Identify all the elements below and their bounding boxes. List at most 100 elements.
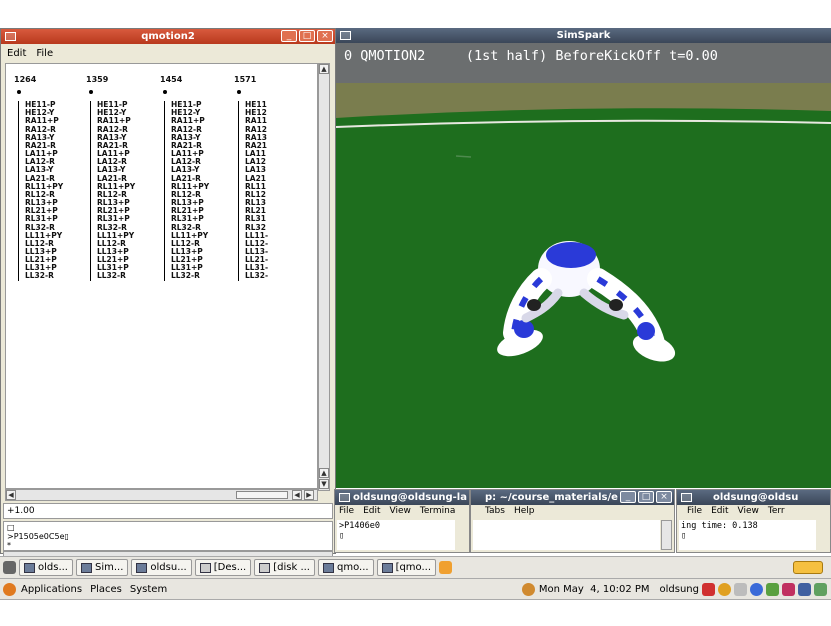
taskbar-label: [qmo... [395, 562, 432, 573]
menu-file[interactable]: File [36, 48, 53, 59]
help-icon[interactable] [750, 582, 763, 596]
maximize-button[interactable]: □ [299, 30, 315, 42]
scroll-left-arrow-icon[interactable]: ◀ [6, 490, 16, 500]
simspark-titlebar[interactable]: SimSpark [336, 28, 831, 43]
taskbar-button[interactable]: [disk ... [254, 559, 315, 576]
keyframe-handle[interactable] [163, 90, 167, 95]
terminal-scrollbar[interactable] [661, 520, 672, 550]
username[interactable]: oldsung [660, 584, 699, 595]
window-icon [322, 562, 334, 573]
tray-icon[interactable] [766, 582, 779, 596]
scroll-down-arrow-icon[interactable]: ▼ [319, 479, 329, 489]
taskbar-button[interactable]: [qmo... [376, 559, 437, 576]
menu-tabs[interactable]: Tabs [485, 506, 505, 516]
keyframe-handle[interactable] [237, 90, 241, 95]
game-status-hud: 0 QMOTION2 (1st half) BeforeKickOff t=0.… [344, 48, 718, 64]
menu-view[interactable]: View [738, 506, 759, 516]
terminal-window: oldsung@oldsung-la File Edit View Termin… [334, 489, 470, 553]
show-desktop-icon[interactable] [3, 561, 16, 574]
keyframe-column[interactable]: 1264 HE11-P HE12-Y RA11+P RA12-R RA13-Y … [14, 75, 63, 281]
terminal-titlebar[interactable]: p: ~/course_materials/e _ □ × [471, 490, 674, 505]
output-line: □ [7, 523, 15, 532]
frame-number: 1264 [14, 75, 37, 84]
taskbar-button[interactable]: qmo... [317, 559, 374, 576]
maximize-button[interactable]: □ [638, 491, 654, 503]
terminal-line: >P1406e0 [339, 521, 380, 531]
terminal-menubar: File Edit View Terr [687, 506, 785, 516]
terminal-icon [339, 493, 350, 502]
terminal-titlebar[interactable]: oldsung@oldsung-la [335, 490, 469, 505]
ubuntu-logo-icon [3, 582, 16, 596]
terminal-output[interactable]: ing time: 0.138 ▯ [679, 520, 816, 550]
clock[interactable]: Mon May 4, 10:02 PM [539, 584, 650, 595]
menu-view[interactable]: View [390, 506, 411, 516]
terminal-window: p: ~/course_materials/e _ □ × Tabs Help [470, 489, 675, 553]
taskbar-button[interactable]: Sim... [76, 559, 129, 576]
field-mark [455, 155, 472, 158]
volume-icon[interactable] [798, 582, 811, 596]
minimize-button[interactable]: _ [281, 30, 297, 42]
terminal-line: ing time: 0.138 [681, 521, 758, 531]
scroll-right-arrow-icon[interactable]: ▶ [304, 490, 314, 500]
scrollbar-thumb[interactable] [236, 491, 288, 499]
motion-canvas[interactable]: 1264 HE11-P HE12-Y RA11+P RA12-R RA13-Y … [5, 63, 318, 489]
window-icon [81, 562, 92, 573]
joint-list: HE11-P HE12-Y RA11+P RA12-R RA13-Y RA21-… [90, 101, 135, 281]
command-input[interactable]: +1.00 [3, 503, 333, 519]
menu-places[interactable]: Places [90, 584, 122, 595]
terminal-title: oldsung@oldsu [713, 492, 799, 503]
terminal-icon [681, 493, 692, 502]
taskbar-label: olds... [38, 562, 68, 573]
close-button[interactable]: × [656, 491, 672, 503]
package-icon[interactable] [439, 561, 453, 574]
network-icon[interactable] [521, 582, 535, 596]
close-button[interactable]: × [317, 30, 333, 42]
taskbar-button[interactable]: [Des... [194, 559, 252, 576]
keyframe-handle[interactable] [89, 90, 93, 95]
scroll-up-arrow-icon[interactable]: ▲ [319, 468, 329, 478]
3d-viewport[interactable] [336, 43, 831, 488]
mail-icon[interactable] [734, 582, 747, 596]
joint-list: HE11-P HE12-Y RA11+P RA12-R RA13-Y RA21-… [164, 101, 209, 281]
qmotion-titlebar[interactable]: qmotion2 _ □ × [1, 29, 335, 44]
output-line: * [7, 541, 11, 550]
menu-file[interactable]: File [687, 506, 702, 516]
keyframe-column[interactable]: 1359 HE11-P HE12-Y RA11+P RA12-R RA13-Y … [86, 75, 135, 281]
keyframe-column[interactable]: 1454 HE11-P HE12-Y RA11+P RA12-R RA13-Y … [160, 75, 209, 281]
menu-edit[interactable]: Edit [363, 506, 380, 516]
menu-terminal[interactable]: Termina [420, 506, 456, 516]
battery-icon[interactable] [814, 582, 827, 596]
minimize-button[interactable]: _ [620, 491, 636, 503]
menu-help[interactable]: Help [514, 506, 535, 516]
keyframe-column[interactable]: 1571 HE11 HE12 RA11 RA12 RA13 RA21 LA11 … [234, 75, 269, 281]
output-console[interactable]: □ >P1505e0C5e▯ * [3, 521, 333, 551]
menu-edit[interactable]: Edit [711, 506, 728, 516]
menu-edit[interactable]: Edit [7, 48, 26, 59]
joint-label: LL32-R [171, 271, 200, 281]
vertical-scrollbar[interactable]: ▲ ▲ ▼ [318, 63, 330, 491]
menu-applications[interactable]: Applications [21, 584, 82, 595]
frame-number: 1571 [234, 75, 257, 84]
terminal-title: oldsung@oldsung-la [353, 492, 467, 503]
horizontal-scrollbar[interactable]: ◀ ◀ ▶ [5, 489, 318, 501]
update-icon[interactable] [782, 582, 795, 596]
scroll-up-arrow-icon[interactable]: ▲ [319, 64, 329, 74]
firefox-icon[interactable] [718, 582, 731, 596]
menubar: Edit File [1, 44, 335, 62]
taskbar-button[interactable]: oldsu... [131, 559, 192, 576]
scroll-left-arrow-icon[interactable]: ◀ [292, 490, 302, 500]
taskbar: olds... Sim... oldsu... [Des... [disk ..… [0, 556, 831, 578]
simspark-window: SimSpark 0 QMOTION2 (1st half) BeforeKic… [336, 28, 831, 488]
joint-label: LL32-R [25, 271, 54, 281]
menu-file[interactable]: File [339, 506, 354, 516]
menu-system[interactable]: System [130, 584, 167, 595]
terminal-titlebar[interactable]: oldsung@oldsu [677, 490, 830, 505]
terminal-output[interactable] [473, 520, 660, 550]
workspace-switcher[interactable] [793, 561, 823, 574]
menu-terminal[interactable]: Terr [768, 506, 785, 516]
joint-label: LL32- [245, 271, 269, 281]
terminal-output[interactable]: >P1406e0 ▯ [337, 520, 455, 550]
taskbar-button[interactable]: olds... [19, 559, 73, 576]
keyframe-handle[interactable] [17, 90, 21, 95]
logout-icon[interactable] [702, 582, 715, 596]
